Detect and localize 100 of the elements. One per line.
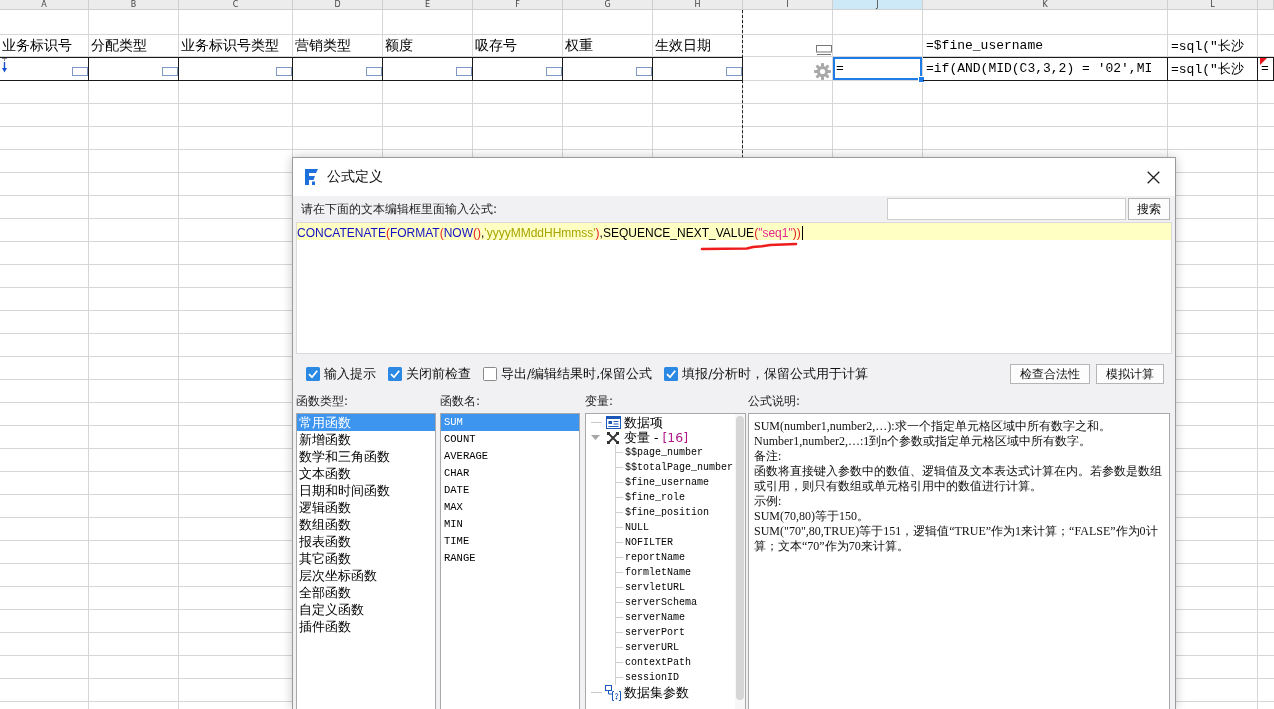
section-label: 函数名: (440, 394, 482, 410)
tree-node-label[interactable]: 数据集参数 (624, 685, 689, 700)
sheet-cell[interactable]: 额度 (383, 35, 473, 57)
list-item[interactable]: 文本函数 (297, 465, 435, 482)
tree-node-label[interactable]: serverPort (625, 625, 685, 640)
scrollbar[interactable] (736, 416, 744, 700)
fill-handle[interactable] (918, 76, 925, 83)
sheet-cell[interactable]: 吸存号 (473, 35, 563, 57)
checkbox[interactable] (483, 367, 497, 381)
sheet-cell[interactable]: 分配类型 (89, 35, 179, 57)
list-item[interactable]: TIME (441, 533, 579, 550)
sheet-cell[interactable]: =if(AND(MID(C3,3,2) = '02',MI (923, 57, 1168, 81)
sheet-cell[interactable]: =sql("长沙 (1168, 57, 1258, 81)
linked-boxes-icon (605, 684, 621, 701)
section-label: 函数类型: (296, 394, 350, 410)
list-item[interactable]: MIN (441, 516, 579, 533)
sheet-cell[interactable]: 权重 (563, 35, 653, 57)
sheet-cell[interactable] (89, 57, 179, 81)
sheet-cell[interactable]: = (1258, 57, 1274, 81)
column-header[interactable]: I (743, 0, 833, 10)
checkbox[interactable] (664, 367, 679, 381)
tree-node-label[interactable]: sessionID (625, 670, 679, 685)
description-text: SUM("70",80,TRUE)等于151，逻辑值“TRUE”作为1来计算；“FALSE”作为0计算；文本“70”作为70来计算。 (754, 524, 1159, 554)
sheet-cell[interactable] (563, 57, 653, 81)
list-item[interactable]: COUNT (441, 431, 579, 448)
tree-node-label[interactable]: servletURL (625, 580, 685, 595)
sheet-cell[interactable] (473, 57, 563, 81)
list-item[interactable]: MAX (441, 499, 579, 516)
list-item[interactable]: DATE (441, 482, 579, 499)
section-label: 变量: (585, 394, 615, 410)
tree-node-label[interactable]: NOFILTER (625, 535, 673, 550)
checkbox[interactable] (388, 367, 402, 381)
tree-node-label[interactable]: serverSchema (625, 595, 697, 610)
tree-node-label[interactable]: 变量 - [16] (624, 430, 689, 445)
column-header[interactable]: B (89, 0, 179, 10)
tree-node-label[interactable]: serverName (625, 610, 685, 625)
sheet-cell[interactable]: =sql("长沙 (1168, 35, 1258, 57)
list-item[interactable]: 日期和时间函数 (297, 482, 435, 499)
checkbox[interactable] (306, 367, 320, 381)
action-button[interactable]: 模拟计算 (1096, 364, 1164, 384)
checkbox-label[interactable]: 填报/分析时，保留公式用于计算 (682, 365, 869, 383)
sheet-cell[interactable] (179, 57, 293, 81)
checkbox-label[interactable]: 输入提示 (324, 365, 376, 383)
list-item[interactable]: 数组函数 (297, 516, 435, 533)
list-item[interactable]: 逻辑函数 (297, 499, 435, 516)
sheet-cell[interactable]: 业务标识号类型 (179, 35, 293, 57)
tree-node-label[interactable]: serverURL (625, 640, 679, 655)
sheet-cell[interactable] (293, 57, 383, 81)
column-header[interactable]: J (833, 0, 923, 10)
column-header[interactable]: H (653, 0, 743, 10)
tree-node-label[interactable]: reportName (625, 550, 685, 565)
checkbox-label[interactable]: 关闭前检查 (406, 365, 471, 383)
tree-node-label[interactable]: $$totalPage_number (625, 460, 734, 475)
list-item[interactable]: CHAR (441, 465, 579, 482)
column-header[interactable]: A (0, 0, 89, 10)
list-item[interactable]: 自定义函数 (297, 601, 435, 618)
caret-icon[interactable] (590, 435, 600, 440)
list-item[interactable]: 数学和三角函数 (297, 448, 435, 465)
search-button[interactable]: 搜索 (1128, 198, 1170, 220)
list-item[interactable]: 层次坐标函数 (297, 567, 435, 584)
logo-icon (303, 168, 320, 186)
tree-node-label[interactable]: formletName (625, 565, 691, 580)
column-header[interactable]: D (293, 0, 383, 10)
down-arrow-icon (1, 58, 8, 73)
tree-node-label[interactable]: NULL (625, 520, 649, 535)
sheet-cell[interactable]: 生效日期 (653, 35, 743, 57)
column-header[interactable]: E (383, 0, 473, 10)
search-field[interactable] (887, 198, 1126, 220)
sheet-cell[interactable] (0, 57, 89, 81)
sheet-cell[interactable] (653, 57, 743, 81)
description-text: 备注: (754, 449, 783, 464)
tree-node-label[interactable]: $fine_username (625, 475, 709, 490)
list-item[interactable]: 插件函数 (297, 618, 435, 635)
sheet-cell[interactable] (383, 57, 473, 81)
tree-node-label[interactable]: contextPath (625, 655, 691, 670)
sheet-cell[interactable]: 业务标识号 (0, 35, 89, 57)
list-item[interactable]: 新增函数 (297, 431, 435, 448)
tree-node-label[interactable]: $$page_number (625, 445, 703, 460)
list-item[interactable]: AVERAGE (441, 448, 579, 465)
column-header[interactable]: L (1168, 0, 1258, 10)
tree-node-label[interactable]: $fine_position (625, 505, 709, 520)
list-item[interactable]: 其它函数 (297, 550, 435, 567)
column-header[interactable]: F (473, 0, 563, 10)
sheet-cell[interactable]: = (833, 57, 923, 81)
tree-node-label[interactable]: 数据项 (624, 415, 663, 430)
formula-editor[interactable]: CONCATENATE(FORMAT(NOW(),'yyyyMMddHHmmss'),SEQUENCE_NEXT_VALUE("seq1")) (296, 222, 1172, 354)
column-header[interactable]: C (179, 0, 293, 10)
column-header[interactable]: K (923, 0, 1168, 10)
small-rectangle-icon (366, 67, 382, 76)
formula-text: CONCATENATE(FORMAT(NOW(),'yyyyMMddHHmmss'),SEQUENCE_NEXT_VALUE("seq1")) (297, 226, 803, 240)
list-item[interactable]: 报表函数 (297, 533, 435, 550)
sheet-cell[interactable]: =$fine_username (923, 35, 1168, 57)
checkbox-label[interactable]: 导出/编辑结果时,保留公式 (501, 365, 653, 383)
column-header[interactable]: G (563, 0, 653, 10)
sheet-cell[interactable]: 营销类型 (293, 35, 383, 57)
tree-node-label[interactable]: $fine_role (625, 490, 685, 505)
action-button[interactable]: 检查合法性 (1010, 364, 1090, 384)
list-item[interactable]: RANGE (441, 550, 579, 567)
small-rectangle-icon (162, 67, 178, 76)
list-item[interactable]: 全部函数 (297, 584, 435, 601)
